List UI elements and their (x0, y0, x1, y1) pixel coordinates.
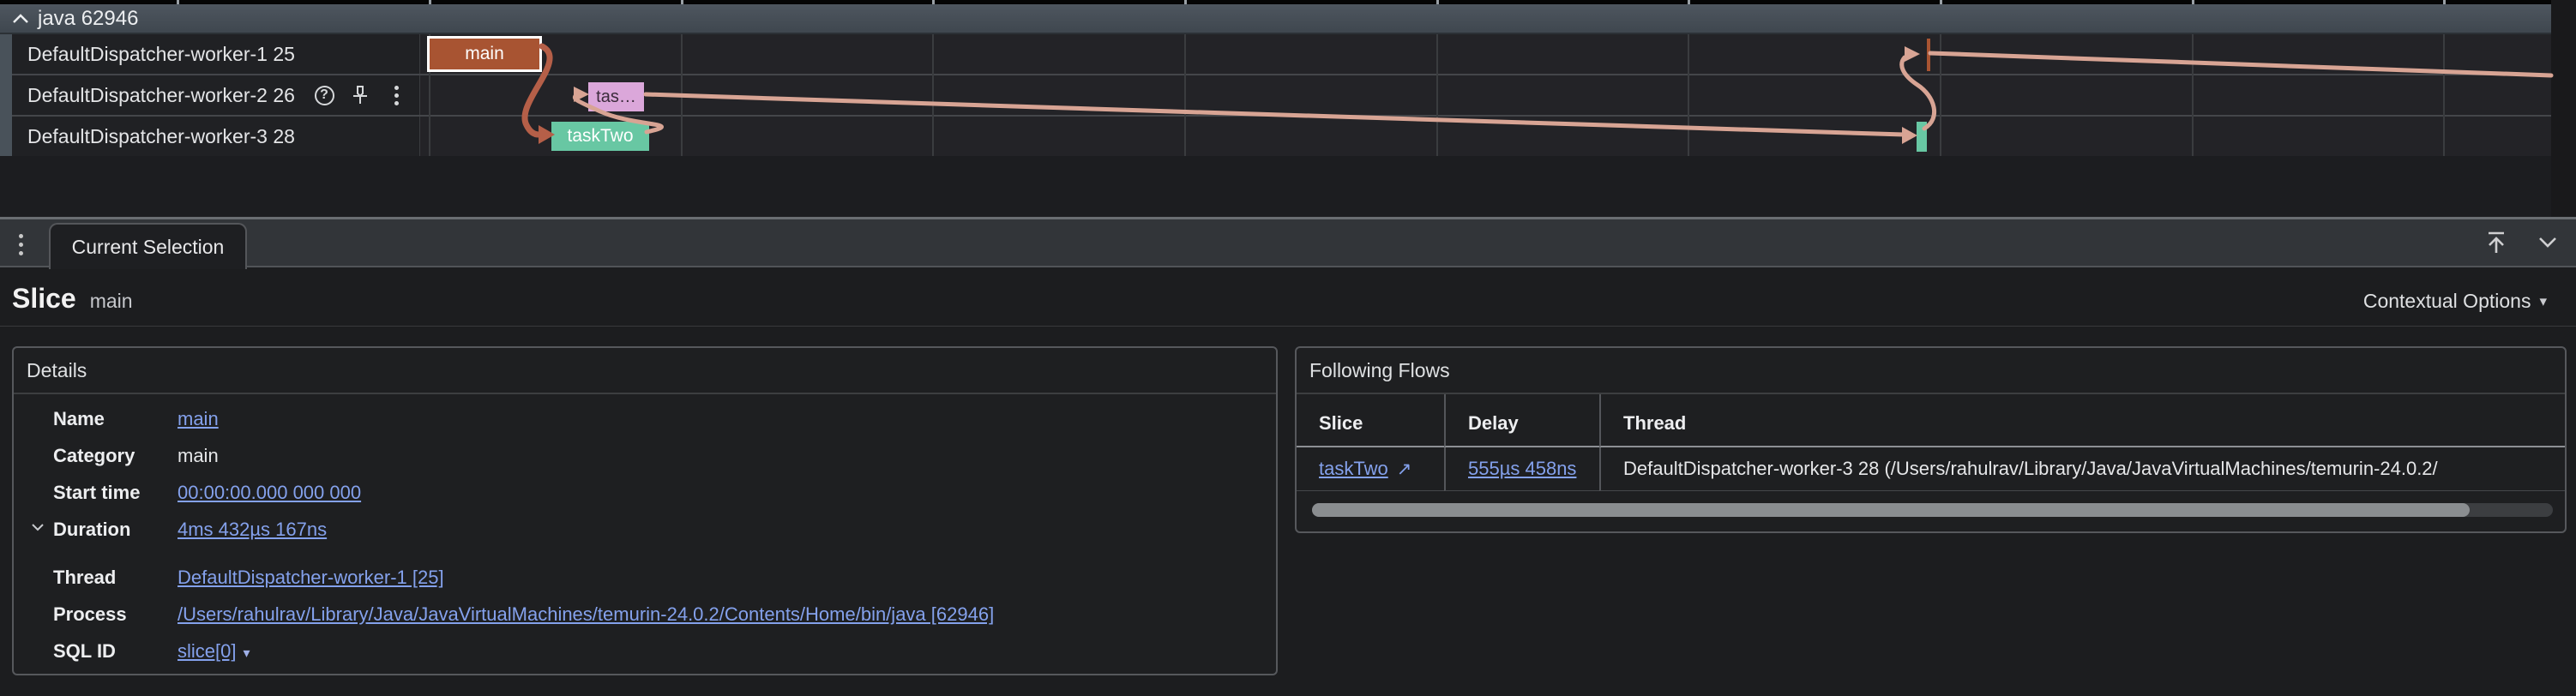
gridline (1436, 34, 1438, 156)
detail-row-start-time: Start time 00:00:00.000 000 000 (14, 474, 1276, 511)
tab-strip: Current Selection (0, 219, 2576, 267)
slice-task-two-continuation[interactable] (1917, 122, 1927, 152)
gridline (1940, 34, 1941, 156)
track-lane-worker-2[interactable] (420, 75, 2551, 115)
tab-current-selection[interactable]: Current Selection (49, 223, 247, 269)
thread-link[interactable]: DefaultDispatcher-worker-1 [25] (178, 567, 444, 589)
track-label-text: DefaultDispatcher-worker-2 26 (27, 84, 295, 107)
details-panel: Details Name main Category main Start ti… (12, 346, 1278, 675)
detail-label: Start time (53, 482, 178, 504)
gridline (1688, 34, 1689, 156)
process-group-header[interactable]: java 62946 (0, 4, 2551, 34)
selection-panel: Slice main Contextual Options ▾ Details … (0, 267, 2576, 696)
collapse-panel-chevron-icon[interactable] (2533, 228, 2562, 257)
detail-label: Category (53, 445, 178, 467)
track-label-worker-3[interactable]: DefaultDispatcher-worker-3 28 (12, 117, 420, 156)
selection-kind: Slice (12, 283, 76, 315)
slice-main-continuation[interactable] (1927, 39, 1930, 71)
timeline-empty-area (0, 156, 2551, 217)
slice-label: main (465, 44, 504, 64)
gridline (2192, 34, 2194, 156)
track-menu-kebab-icon[interactable] (385, 84, 407, 106)
slice-main-selected[interactable]: main (427, 36, 542, 72)
track-lane-worker-3[interactable] (420, 117, 2551, 156)
detail-row-category: Category main (14, 437, 1276, 474)
dropdown-caret-icon: ▾ (2539, 293, 2547, 310)
following-flows-panel: Following Flows Slice Delay Thread taskT… (1295, 346, 2567, 533)
flow-row-thread-cell: DefaultDispatcher-worker-3 28 (/Users/ra… (1599, 447, 2565, 491)
group-indent-strip (0, 34, 12, 156)
pin-icon[interactable] (349, 84, 371, 106)
details-rows: Name main Category main Start time 00:00… (14, 394, 1276, 669)
detail-row-process: Process /Users/rahulrav/Library/Java/Jav… (14, 596, 1276, 633)
column-header-delay: Delay (1444, 394, 1599, 447)
name-link[interactable]: main (178, 408, 219, 430)
track-row-worker-2: DefaultDispatcher-worker-2 26 ? (12, 75, 2551, 115)
following-flows-title: Following Flows (1297, 348, 2565, 394)
track-label-worker-2[interactable]: DefaultDispatcher-worker-2 26 ? (12, 75, 420, 115)
column-header-thread: Thread (1599, 394, 2565, 447)
selection-heading: Slice main (12, 283, 133, 324)
help-icon[interactable]: ? (313, 84, 335, 106)
detail-label: Duration (53, 519, 178, 541)
tab-strip-actions (2482, 228, 2562, 257)
detail-row-name: Name main (14, 400, 1276, 437)
slice-label: taskTwo (567, 126, 633, 147)
track-rows: DefaultDispatcher-worker-1 25 DefaultDis… (12, 34, 2551, 156)
gridline (2443, 34, 2445, 156)
gridline (1184, 34, 1186, 156)
detail-label: Process (53, 603, 178, 626)
tab-label: Current Selection (72, 236, 225, 259)
start-time-link[interactable]: 00:00:00.000 000 000 (178, 482, 361, 504)
flow-row-delay-cell: 555µs 458ns (1444, 447, 1599, 491)
slice-label: tas… (596, 87, 636, 107)
gridline (932, 34, 934, 156)
flow-slice-link[interactable]: taskTwo (1319, 458, 1388, 480)
detail-label: Name (53, 408, 178, 430)
contextual-options-label: Contextual Options (2363, 290, 2531, 313)
heading-divider (0, 326, 2576, 327)
flow-delay-link[interactable]: 555µs 458ns (1468, 458, 1576, 480)
slice-task-two[interactable]: taskTwo (551, 122, 649, 151)
selection-name: main (90, 290, 133, 313)
detail-label: SQL ID (53, 640, 178, 663)
detail-row-sql-id: SQL ID slice[0]▾ (14, 633, 1276, 669)
details-title: Details (14, 348, 1276, 394)
flow-row-slice-cell: taskTwo ↗ (1297, 447, 1444, 491)
timeline-area: java 62946 DefaultDispatcher-worker-1 25… (0, 0, 2576, 217)
external-link-arrow-icon[interactable]: ↗ (1397, 459, 1412, 480)
duration-link[interactable]: 4ms 432µs 167ns (178, 519, 327, 541)
duration-expand-chevron-icon[interactable] (31, 523, 45, 532)
track-row-worker-3: DefaultDispatcher-worker-3 28 (12, 117, 2551, 156)
detail-row-thread: Thread DefaultDispatcher-worker-1 [25] (14, 559, 1276, 596)
sql-id-link[interactable]: slice[0]▾ (178, 640, 250, 663)
process-group-label: java 62946 (38, 7, 138, 31)
track-lane-worker-1[interactable] (420, 34, 2551, 74)
flows-table: Slice Delay Thread taskTwo ↗ 555µs 458ns… (1297, 394, 2565, 491)
slice-task-one[interactable]: tas… (588, 82, 644, 111)
track-buttons: ? (313, 75, 407, 115)
expand-panel-icon[interactable] (2482, 228, 2511, 257)
track-label-worker-1[interactable]: DefaultDispatcher-worker-1 25 (12, 34, 420, 74)
perfetto-trace-viewer: java 62946 DefaultDispatcher-worker-1 25… (0, 0, 2576, 696)
column-header-slice: Slice (1297, 394, 1444, 447)
process-link[interactable]: /Users/rahulrav/Library/Java/JavaVirtual… (178, 603, 994, 626)
flows-scrollbar-thumb[interactable] (1312, 503, 2470, 517)
detail-row-duration: Duration 4ms 432µs 167ns (14, 511, 1276, 548)
contextual-options-dropdown[interactable]: Contextual Options ▾ (2363, 290, 2547, 313)
gridline (681, 34, 683, 156)
track-label-text: DefaultDispatcher-worker-1 25 (27, 43, 295, 66)
track-label-text: DefaultDispatcher-worker-3 28 (27, 125, 295, 148)
tab-strip-menu-kebab-icon[interactable] (10, 231, 31, 258)
category-value: main (178, 445, 219, 467)
track-row-worker-1: DefaultDispatcher-worker-1 25 (12, 34, 2551, 74)
sql-id-caret-icon: ▾ (243, 645, 250, 662)
flows-horizontal-scrollbar[interactable] (1312, 503, 2553, 517)
timeline-scroll-gutter[interactable] (2551, 0, 2576, 217)
detail-label: Thread (53, 567, 178, 589)
collapse-caret-icon[interactable] (12, 13, 29, 25)
